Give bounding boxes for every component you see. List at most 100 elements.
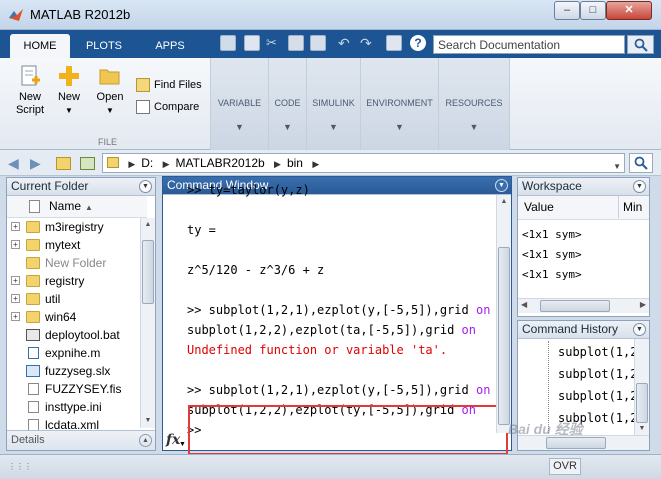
folder-scrollbar[interactable]: ▲ ▼ (140, 218, 155, 428)
workspace-hscrollbar[interactable]: ◀ ▶ (518, 298, 649, 313)
compare-button[interactable]: Compare (136, 100, 199, 114)
command-window-panel: Command Window ▼ >> ty=taylor(y,z) ty = z^… (162, 176, 512, 455)
find-files-button[interactable]: Find Files (136, 78, 202, 92)
file-icon (28, 401, 39, 413)
new-button[interactable]: New ▼ (54, 64, 84, 117)
details-panel[interactable]: Details ▲ (7, 430, 155, 450)
command-line: subplot(1,2,2),ezplot(ta,[-5,5]),grid on (187, 323, 476, 337)
expand-icon[interactable]: + (11, 276, 20, 285)
environment-section[interactable]: ENVIRONMENT ▼ (360, 58, 438, 150)
command-output[interactable]: >> ty=taylor(y,z) ty = z^5/120 - z^3/6 + z… (163, 183, 511, 455)
paste-icon[interactable] (310, 35, 326, 51)
scroll-up-icon[interactable]: ▲ (141, 218, 155, 232)
file-icon (28, 347, 39, 359)
open-button[interactable]: Open ▼ (94, 64, 126, 117)
browse-folder-icon[interactable] (80, 157, 95, 170)
matlab-logo-icon (9, 9, 23, 21)
list-item[interactable]: expnihe.m (7, 344, 147, 362)
list-item-label: deploytool.bat (45, 328, 120, 342)
list-item-label: insttype.ini (45, 400, 102, 414)
resources-section[interactable]: RESOURCES ▼ (438, 58, 510, 150)
maximize-button[interactable]: □ (580, 1, 606, 20)
scroll-down-icon[interactable]: ▼ (141, 414, 155, 428)
undo-icon[interactable]: ↶ (338, 35, 354, 51)
list-item-label: registry (45, 274, 85, 288)
back-arrow-icon[interactable]: ◀ (8, 155, 24, 171)
folder-search-button[interactable] (629, 153, 653, 173)
tab-plots[interactable]: PLOTS (74, 34, 134, 58)
tab-apps[interactable]: APPS (140, 34, 200, 58)
chevron-down-icon: ▼ (469, 122, 479, 132)
chevron-down-icon[interactable]: ▼ (179, 441, 186, 448)
expand-icon[interactable]: + (11, 312, 20, 321)
forward-arrow-icon[interactable]: ▶ (30, 155, 46, 171)
history-item[interactable]: subplot(1,2 (558, 345, 637, 359)
command-scrollbar[interactable]: ▲ (496, 195, 511, 433)
list-item[interactable]: fuzzyseg.slx (7, 362, 147, 380)
folder-icon (26, 293, 40, 305)
panel-menu-icon[interactable]: ▼ (633, 323, 646, 336)
list-item[interactable]: New Folder (7, 254, 147, 272)
history-item[interactable]: subplot(1,2 (558, 389, 637, 403)
crumb-bin[interactable]: bin (287, 156, 303, 170)
search-button[interactable] (627, 35, 654, 54)
variable-section[interactable]: VARIABLE ▼ (210, 58, 268, 150)
new-script-quick-icon[interactable] (220, 35, 236, 51)
file-section-label: FILE (98, 137, 118, 147)
redo-icon[interactable]: ↷ (360, 35, 376, 51)
list-item[interactable]: insttype.ini (7, 398, 147, 416)
scroll-up-icon[interactable]: ▲ (497, 195, 511, 209)
new-script-button[interactable]: New Script (12, 64, 48, 117)
list-item[interactable]: + registry (7, 272, 147, 290)
list-item-label: New Folder (45, 256, 107, 270)
history-scrollbar[interactable]: ▼ (634, 339, 649, 436)
panel-menu-icon[interactable]: ▼ (633, 180, 646, 193)
workspace-columns: Value Min (518, 196, 649, 220)
scroll-down-icon[interactable]: ▼ (635, 422, 649, 436)
crumb-matlab[interactable]: MATLABR2012b (176, 156, 265, 170)
expand-details-icon[interactable]: ▲ (139, 434, 152, 447)
chevron-down-icon[interactable]: ▼ (613, 158, 621, 176)
folder-icon (107, 157, 119, 168)
panel-menu-icon[interactable]: ▼ (495, 179, 508, 192)
simulink-section[interactable]: SIMULINK ▼ (306, 58, 360, 150)
new-script-icon (21, 65, 40, 86)
panel-menu-icon[interactable]: ▼ (139, 180, 152, 193)
save-icon[interactable] (244, 35, 260, 51)
scroll-right-icon[interactable]: ▶ (640, 300, 646, 309)
close-button[interactable]: ✕ (606, 1, 652, 20)
search-documentation-input[interactable]: Search Documentation (433, 35, 625, 54)
up-folder-icon[interactable] (56, 157, 71, 170)
workspace-row[interactable]: <1x1 sym> (522, 228, 582, 241)
name-column-header[interactable]: Name ▲ (7, 196, 147, 218)
crumb-drive[interactable]: D: (141, 156, 153, 170)
folder-icon (26, 311, 40, 323)
expand-icon[interactable]: + (11, 240, 20, 249)
list-item[interactable]: + util (7, 290, 147, 308)
list-item[interactable]: + m3iregistry (7, 218, 147, 236)
expand-icon[interactable]: + (11, 222, 20, 231)
switch-windows-icon[interactable] (386, 35, 402, 51)
list-item[interactable]: FUZZYSEY.fis (7, 380, 147, 398)
list-item[interactable]: + mytext (7, 236, 147, 254)
command-line: >> subplot(1,2,1),ezplot(y,[-5,5]),grid … (187, 303, 491, 317)
breadcrumb[interactable]: ▶ D: ▶ MATLABR2012b ▶ bin ▶ ▼ (102, 153, 625, 173)
expand-icon[interactable]: + (11, 294, 20, 303)
folder-icon (26, 221, 40, 233)
workspace-row[interactable]: <1x1 sym> (522, 248, 582, 261)
minimize-button[interactable]: – (554, 1, 580, 20)
min-column-header[interactable]: Min (618, 196, 642, 218)
cut-icon[interactable]: ✂ (266, 35, 282, 51)
history-item[interactable]: subplot(1,2 (558, 367, 637, 381)
folder-icon (26, 275, 40, 287)
tab-home[interactable]: HOME (10, 34, 70, 58)
scroll-left-icon[interactable]: ◀ (521, 300, 527, 309)
chevron-down-icon: ▼ (235, 122, 244, 132)
list-item[interactable]: + win64 (7, 308, 147, 326)
value-column-header[interactable]: Value (524, 196, 554, 218)
list-item[interactable]: deploytool.bat (7, 326, 147, 344)
code-section[interactable]: CODE ▼ (268, 58, 306, 150)
help-icon[interactable]: ? (410, 35, 426, 51)
workspace-row[interactable]: <1x1 sym> (522, 268, 582, 281)
copy-icon[interactable] (288, 35, 304, 51)
